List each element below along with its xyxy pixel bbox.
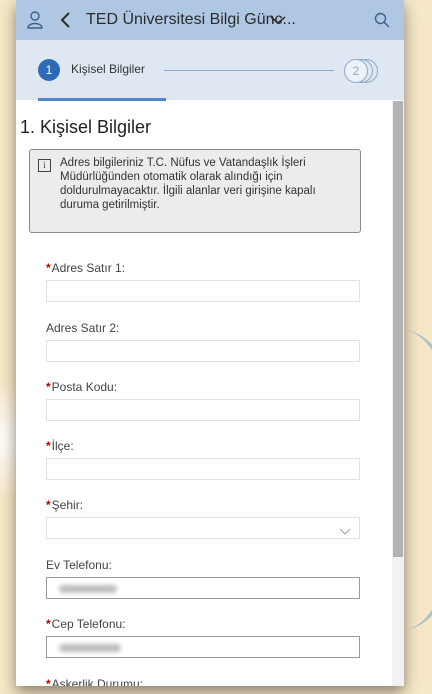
- step-1-label[interactable]: Kişisel Bilgiler: [71, 62, 145, 76]
- military-status-label: *Askerlik Durumu:: [46, 677, 144, 686]
- back-icon[interactable]: [54, 0, 76, 40]
- step-1-circle[interactable]: 1: [38, 59, 60, 81]
- city-select[interactable]: [46, 517, 360, 539]
- postal-code-input[interactable]: [46, 399, 360, 421]
- step-2-circle[interactable]: 2: [344, 59, 368, 83]
- district-label: *İlçe:: [46, 439, 74, 453]
- redacted-value: [59, 585, 117, 593]
- mobile-phone-label: *Cep Telefonu:: [46, 617, 126, 631]
- address-line-1-label: *Adres Satır 1:: [46, 261, 126, 275]
- app-title[interactable]: TED Üniversitesi Bilgi Günc...: [86, 0, 296, 40]
- district-input[interactable]: [46, 458, 360, 480]
- address-line-2-input[interactable]: [46, 340, 360, 362]
- address-line-2-label: Adres Satır 2:: [46, 321, 120, 335]
- form-content: 1. Kişisel Bilgiler i Adres bilgileriniz…: [16, 101, 392, 686]
- person-icon[interactable]: [24, 0, 46, 40]
- info-icon: i: [38, 159, 51, 172]
- step-connector: [164, 70, 334, 71]
- chevron-down-icon[interactable]: [268, 0, 288, 40]
- scrollbar-thumb[interactable]: [393, 101, 403, 557]
- address-line-1-input[interactable]: [46, 280, 360, 302]
- redacted-value: [59, 644, 121, 652]
- info-message: i Adres bilgileriniz T.C. Nüfus ve Vatan…: [29, 149, 361, 233]
- home-phone-input[interactable]: [46, 577, 360, 599]
- info-text: Adres bilgileriniz T.C. Nüfus ve Vatanda…: [60, 157, 316, 211]
- step-indicator: 1 Kişisel Bilgiler 2: [16, 40, 404, 100]
- chevron-down-icon[interactable]: [339, 523, 351, 541]
- postal-code-label: *Posta Kodu:: [46, 380, 118, 394]
- home-phone-label: Ev Telefonu:: [46, 558, 112, 572]
- section-title: 1. Kişisel Bilgiler: [20, 117, 152, 137]
- phone-screen: TED Üniversitesi Bilgi Günc... 1 Kişisel…: [16, 0, 404, 686]
- top-bar: TED Üniversitesi Bilgi Günc...: [16, 0, 404, 40]
- city-label: *Şehir:: [46, 498, 84, 512]
- search-icon[interactable]: [370, 0, 394, 40]
- mobile-phone-input[interactable]: [46, 636, 360, 658]
- scrollbar[interactable]: [392, 101, 404, 686]
